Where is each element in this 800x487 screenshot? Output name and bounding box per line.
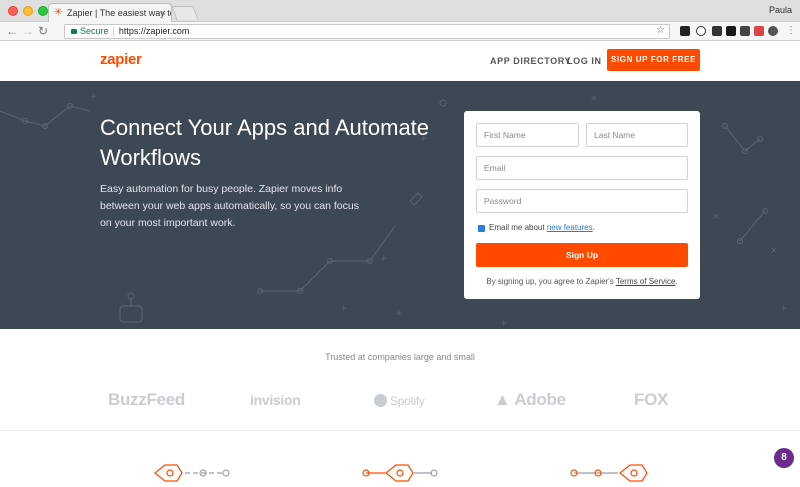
tab-close-icon[interactable]: × [161, 4, 166, 22]
browser-tab[interactable]: ✳ Zapier | The easiest way to au × [48, 3, 172, 22]
lock-icon [71, 29, 77, 34]
address-separator: | [112, 26, 115, 36]
svg-text:+: + [395, 309, 403, 319]
log-in-link[interactable]: LOG IN [567, 56, 602, 66]
terms-of-service-link[interactable]: Terms of Service [616, 277, 676, 286]
adobe-logo-text: Adobe [514, 390, 566, 409]
address-url: https://zapier.com [118, 26, 190, 36]
svg-text:×: × [712, 212, 720, 222]
address-bar[interactable]: Secure | https://zapier.com ☆ [64, 24, 670, 39]
new-features-link[interactable]: new features [547, 223, 593, 232]
zapier-favicon-icon: ✳ [54, 7, 63, 18]
spotify-logo: Spotify [374, 394, 425, 408]
fox-logo: FOX [634, 390, 669, 409]
bookmark-star-icon[interactable]: ☆ [656, 24, 665, 37]
browser-toolbar: ← → ↻ Secure | https://zapier.com ☆ ⋮ [0, 22, 800, 41]
signup-button[interactable]: Sign Up [476, 243, 688, 267]
signup-for-free-button[interactable]: SIGN UP FOR FREE [607, 49, 700, 71]
email-field[interactable]: Email [476, 156, 688, 180]
email-opt-in-checkbox[interactable] [478, 225, 485, 232]
terms-prefix: By signing up, you agree to Zapier's [486, 277, 616, 286]
adobe-icon: ▲ [494, 390, 511, 409]
svg-text:+: + [340, 304, 348, 314]
zapier-logo[interactable]: zapier [100, 51, 142, 68]
new-tab-button[interactable] [171, 6, 199, 20]
spotify-logo-text: Spotify [390, 394, 425, 408]
email-opt-in-prefix: Email me about [489, 223, 547, 232]
trusted-heading: Trusted at companies large and small [325, 352, 475, 362]
profile-name[interactable]: Paula [769, 5, 792, 15]
first-name-field[interactable]: First Name [476, 123, 579, 147]
terms-text: By signing up, you agree to Zapier's Ter… [464, 277, 700, 286]
signup-form: First Name Last Name Email Password Emai… [464, 111, 700, 299]
secure-label: Secure [80, 26, 109, 36]
svg-text:+: + [500, 319, 508, 329]
maximize-window-button[interactable] [38, 6, 48, 16]
email-opt-in-suffix: . [592, 223, 595, 232]
email-opt-in-label: Email me about new features. [489, 223, 595, 232]
minimize-window-button[interactable] [23, 6, 33, 16]
rocket-icon-2 [385, 464, 414, 482]
section-divider [0, 430, 800, 431]
adobe-logo: ▲ Adobe [494, 390, 566, 410]
how-it-works-illustrations [154, 464, 648, 482]
pocket-extension-icon[interactable] [680, 26, 690, 36]
svg-text:+: + [780, 304, 788, 314]
svg-text:×: × [590, 94, 598, 104]
mail-extension-icon[interactable] [740, 26, 750, 36]
hero-section: + × + + × × + + + + Connect Your Apps an… [0, 81, 800, 329]
back-icon[interactable]: ← [6, 24, 18, 38]
hero-subtext: Easy automation for busy people. Zapier … [100, 183, 359, 229]
spotify-icon [374, 394, 387, 407]
close-window-button[interactable] [8, 6, 18, 16]
layers-extension-icon[interactable] [712, 26, 722, 36]
rocket-icon-1 [154, 464, 183, 482]
svg-text:+: + [380, 254, 388, 264]
buzzfeed-logo: BuzzFeed [108, 390, 185, 409]
terms-suffix: . [675, 277, 678, 286]
svg-text:+: + [90, 92, 98, 102]
chat-notification-badge[interactable]: 8 [774, 448, 794, 468]
svg-text:×: × [770, 246, 778, 256]
info-extension-icon[interactable] [696, 26, 706, 36]
browser-menu-icon[interactable]: ⋮ [786, 24, 796, 38]
rocket-icon-3 [619, 464, 648, 482]
browser-tab-strip: ✳ Zapier | The easiest way to au × Paula [0, 0, 800, 22]
reload-icon[interactable]: ↻ [38, 24, 48, 38]
evernote-extension-icon[interactable] [726, 26, 736, 36]
tab-title: Zapier | The easiest way to au [67, 8, 171, 18]
app-directory-link[interactable]: APP DIRECTORY [490, 56, 571, 66]
last-name-field[interactable]: Last Name [586, 123, 688, 147]
site-header: zapier APP DIRECTORY LOG IN SIGN UP FOR … [0, 41, 800, 81]
red-extension-icon[interactable] [754, 26, 764, 36]
circle-extension-icon[interactable] [768, 26, 778, 36]
hero-headline: Connect Your Apps and Automate Workflows [100, 115, 430, 170]
password-field[interactable]: Password [476, 189, 688, 213]
forward-icon[interactable]: → [22, 24, 34, 38]
invision-logo: invision [250, 392, 301, 408]
